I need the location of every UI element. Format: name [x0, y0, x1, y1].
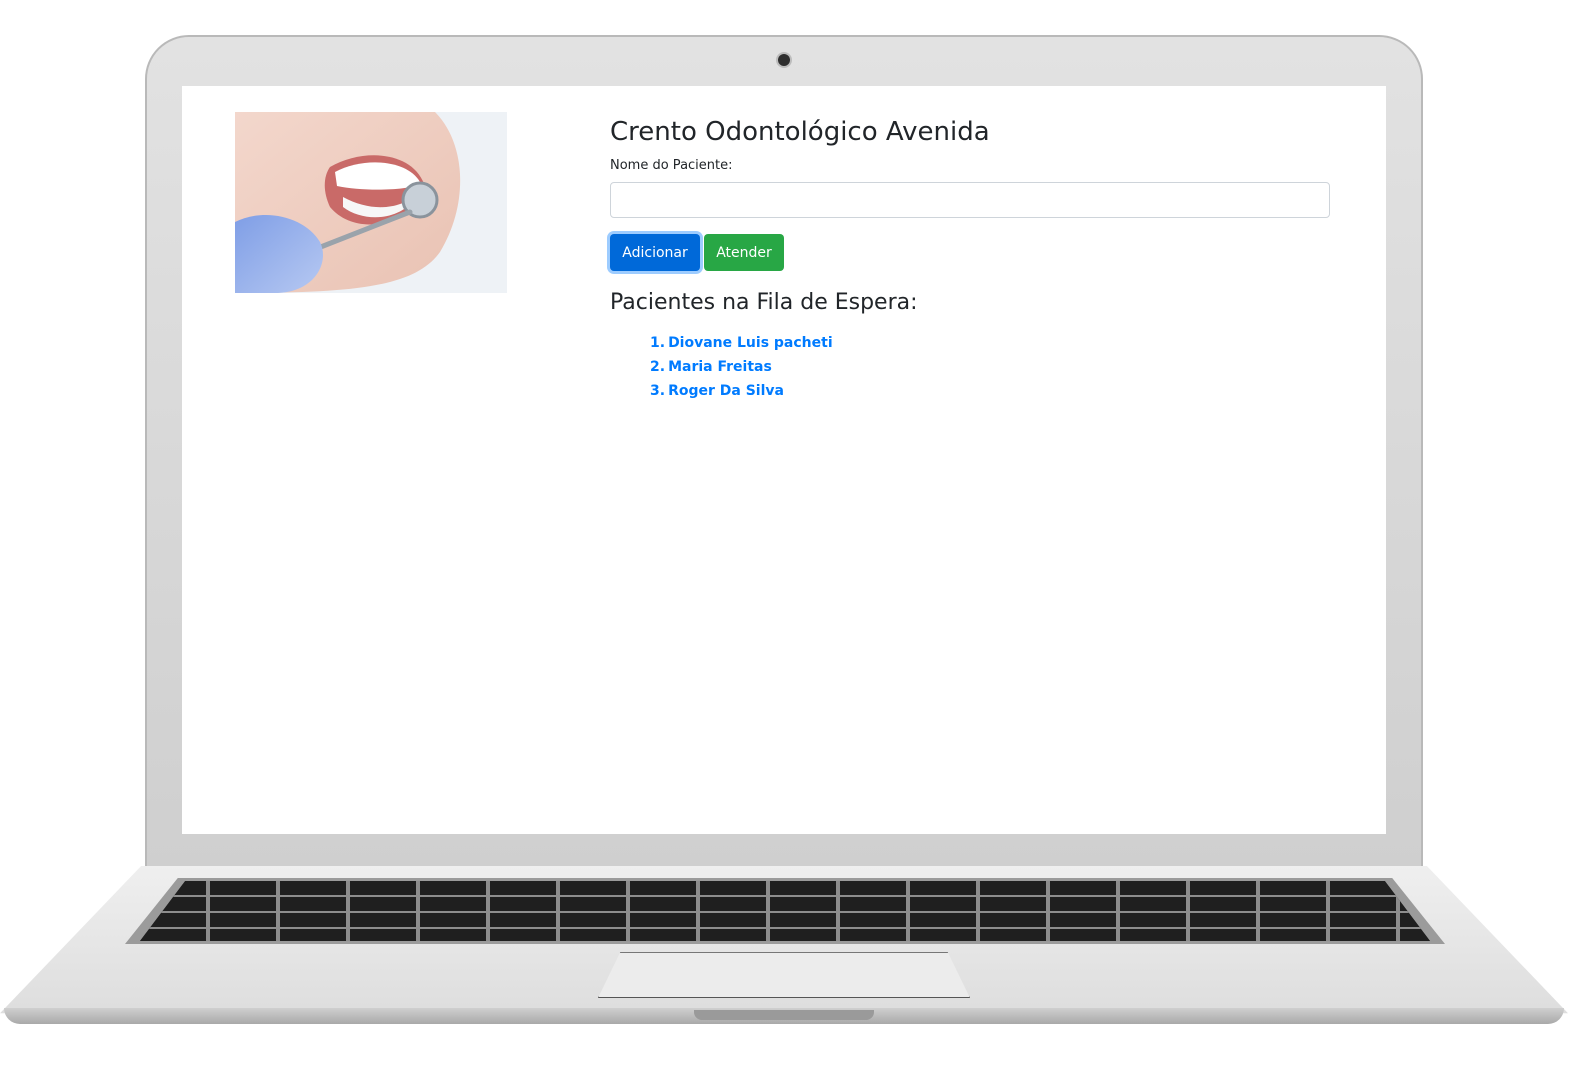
- patient-name: Roger Da Silva: [668, 383, 784, 399]
- patient-name-label: Nome do Paciente:: [610, 158, 733, 173]
- list-item: 3. Roger Da Silva: [650, 379, 1332, 403]
- queue-number: 2.: [650, 359, 666, 375]
- laptop-notch: [694, 1010, 874, 1020]
- serve-button[interactable]: Atender: [704, 234, 784, 271]
- dental-smile-image: [235, 112, 507, 293]
- patient-name: Diovane Luis pacheti: [668, 335, 833, 351]
- queue-heading: Pacientes na Fila de Espera:: [610, 290, 918, 315]
- queue-number: 1.: [650, 335, 666, 351]
- patient-queue-list: 1. Diovane Luis pacheti 2. Maria Freitas 3…: [610, 331, 1332, 403]
- patient-name: Maria Freitas: [668, 359, 772, 375]
- add-button[interactable]: Adicionar: [610, 234, 700, 271]
- trackpad: [598, 952, 970, 998]
- keyboard-rows: [140, 881, 1430, 941]
- camera-icon: [778, 54, 790, 66]
- page-title: Crento Odontológico Avenida: [610, 117, 990, 147]
- main-panel: Crento Odontológico Avenida Nome do Paci…: [610, 112, 1332, 403]
- queue-number: 3.: [650, 383, 666, 399]
- list-item: 1. Diovane Luis pacheti: [650, 331, 1332, 355]
- action-buttons: Adicionar Atender: [610, 234, 1332, 271]
- laptop-mockup: Crento Odontológico Avenida Nome do Paci…: [0, 0, 1588, 1080]
- list-item: 2. Maria Freitas: [650, 355, 1332, 379]
- patient-name-input[interactable]: [610, 182, 1330, 218]
- dental-smile-illustration: [235, 112, 507, 293]
- browser-viewport: Crento Odontológico Avenida Nome do Paci…: [182, 86, 1386, 834]
